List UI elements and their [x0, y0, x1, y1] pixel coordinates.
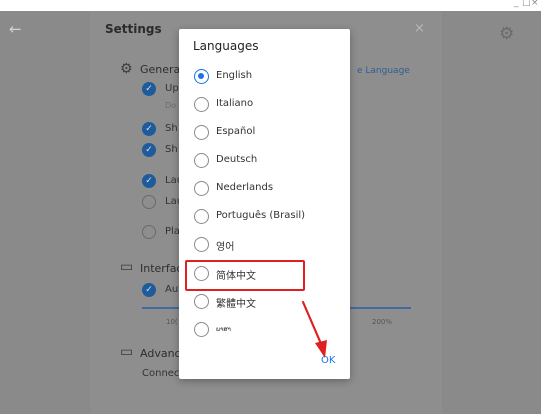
- radio-nederlands[interactable]: [194, 181, 209, 196]
- language-label: Deutsch: [216, 154, 258, 165]
- checkbox-play[interactable]: [142, 225, 156, 239]
- zoom-max-label: 200%: [372, 318, 393, 326]
- radio-italiano[interactable]: [194, 97, 209, 112]
- radio-deutsch[interactable]: [194, 153, 209, 168]
- maximize-icon[interactable]: □: [522, 0, 531, 8]
- option-play-label: Pla: [165, 226, 180, 237]
- language-option-italiano[interactable]: Italiano: [194, 95, 344, 115]
- checkbox-updates[interactable]: ✓: [142, 82, 156, 96]
- general-gear-icon: ⚙: [120, 61, 133, 77]
- language-label: ພາສາ: [216, 326, 231, 333]
- language-option-english[interactable]: English: [194, 67, 344, 87]
- option-show-1-label: Sh: [165, 123, 178, 134]
- advanced-monitor-icon: ▭: [120, 344, 134, 360]
- language-option-portugues[interactable]: Português (Brasil): [194, 207, 344, 227]
- language-option-espanol[interactable]: Español: [194, 123, 344, 143]
- annotation-arrow-icon: [301, 300, 327, 358]
- interface-monitor-icon: ▭: [120, 259, 134, 275]
- language-label: Nederlands: [216, 182, 274, 193]
- radio-traditional-chinese[interactable]: [194, 294, 209, 309]
- minimize-icon[interactable]: _: [514, 0, 519, 8]
- checkbox-auto[interactable]: ✓: [142, 283, 156, 297]
- radio-portugues[interactable]: [194, 209, 209, 224]
- dialog-title: Languages: [193, 39, 259, 53]
- option-updates-subtext: Do: [165, 101, 177, 110]
- interface-section-label: Interfac: [140, 262, 183, 275]
- language-label: 영어: [216, 242, 235, 253]
- back-arrow-icon[interactable]: ←: [9, 20, 22, 38]
- option-updates-label: Up: [165, 83, 179, 94]
- settings-close-icon[interactable]: ×: [414, 21, 425, 36]
- window-titlebar: _ □ ×: [0, 0, 541, 11]
- general-section-label: Genera: [140, 63, 181, 76]
- radio-lao[interactable]: [194, 322, 209, 337]
- checkbox-launch-2[interactable]: [142, 195, 156, 209]
- highlight-box-simplified-chinese: [185, 260, 305, 291]
- language-label: Español: [216, 126, 256, 137]
- language-option-korean[interactable]: 영어: [194, 235, 344, 255]
- settings-title: Settings: [105, 22, 162, 36]
- radio-espanol[interactable]: [194, 125, 209, 140]
- language-label: Português (Brasil): [216, 210, 306, 221]
- language-label: English: [216, 70, 253, 81]
- option-show-2-label: Sh: [165, 144, 178, 155]
- checkbox-show-2[interactable]: ✓: [142, 143, 156, 157]
- change-language-link[interactable]: e Language: [357, 66, 410, 76]
- gear-icon[interactable]: ⚙: [499, 24, 514, 44]
- checkbox-show-1[interactable]: ✓: [142, 122, 156, 136]
- language-option-deutsch[interactable]: Deutsch: [194, 151, 344, 171]
- radio-korean[interactable]: [194, 237, 209, 252]
- zoom-min-label: 10(: [166, 318, 178, 326]
- language-option-nederlands[interactable]: Nederlands: [194, 179, 344, 199]
- language-label: 繁體中文: [216, 299, 256, 310]
- advanced-section-label: Advanc: [140, 347, 181, 360]
- language-label: Italiano: [216, 98, 254, 109]
- radio-english[interactable]: [194, 69, 209, 84]
- checkbox-launch-1[interactable]: ✓: [142, 174, 156, 188]
- window-close-icon[interactable]: ×: [531, 0, 539, 8]
- option-connect-label: Connect: [142, 368, 184, 379]
